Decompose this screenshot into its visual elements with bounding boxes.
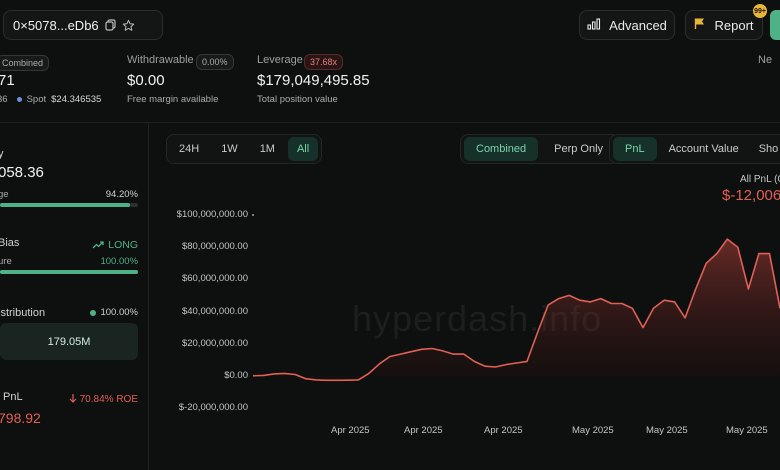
pnl-chart[interactable] [0, 0, 780, 470]
y-axis-marker [252, 214, 254, 216]
pnl-area-fill [253, 239, 780, 381]
